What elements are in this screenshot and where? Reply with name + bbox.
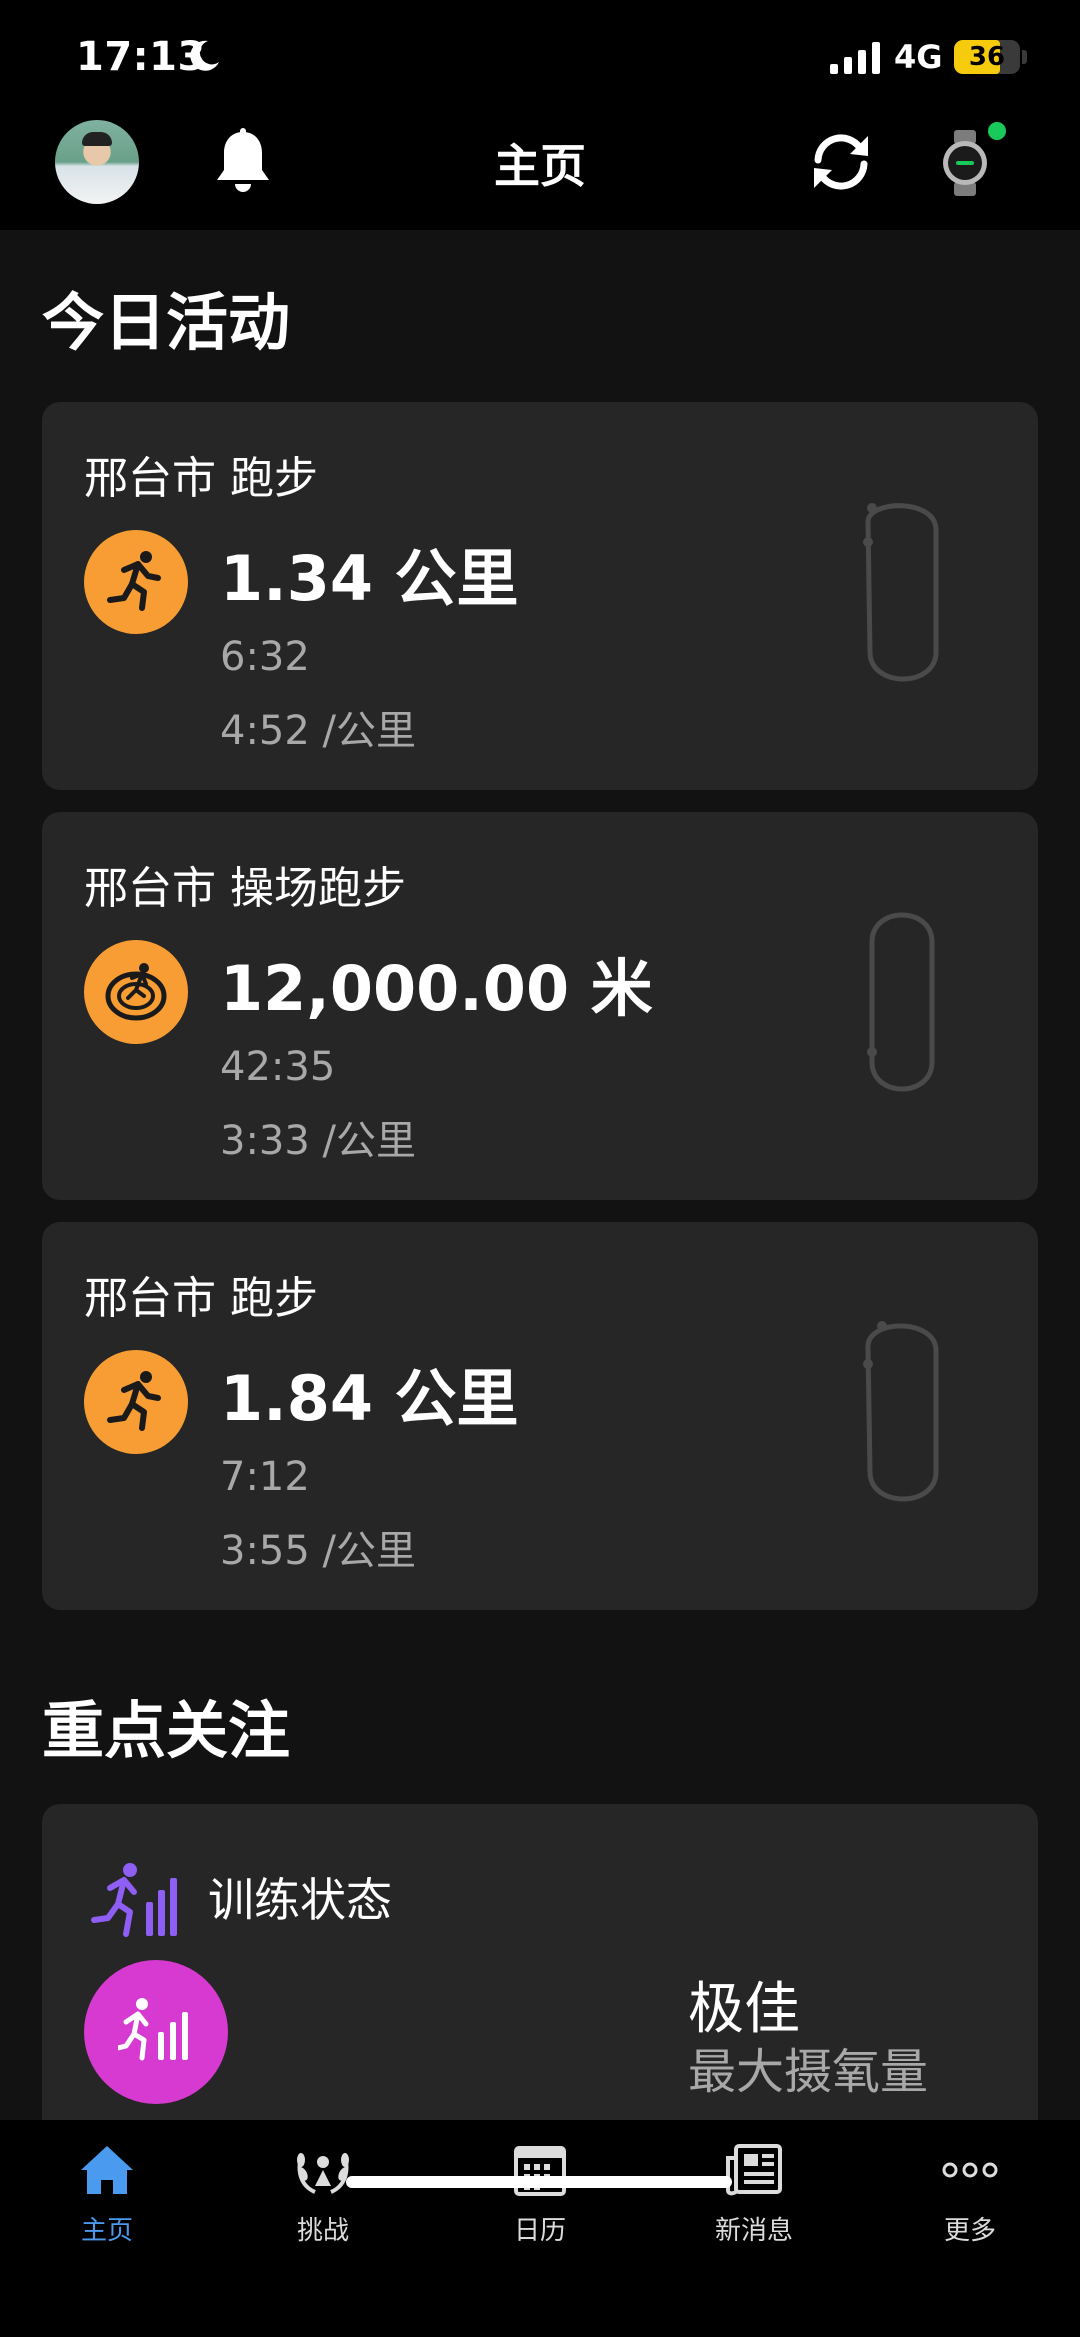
signal-icon [830, 42, 880, 74]
activity-pace: 3:33 /公里 [220, 1118, 417, 1164]
battery-cap [1022, 50, 1027, 64]
activity-card[interactable]: 邢台市 操场跑步 12,000.00 米 42:35 3:33 /公里 [42, 812, 1038, 1200]
activity-title: 邢台市 跑步 [84, 1273, 318, 1324]
page-title: 主页 [494, 139, 586, 193]
training-status-icon [91, 1863, 177, 1937]
laurel-icon [297, 2153, 349, 2194]
run-icon [84, 1350, 188, 1454]
route-map [863, 1321, 939, 1502]
more-icon [942, 2162, 998, 2178]
watch-connected-dot [988, 122, 1006, 140]
activity-title: 邢台市 操场跑步 [84, 863, 406, 914]
home-icon [81, 2146, 133, 2194]
activity-duration: 6:32 [220, 634, 310, 680]
activity-pace: 3:55 /公里 [220, 1528, 417, 1574]
battery-level: 36 [968, 42, 1006, 72]
status-bar: 17:13 4G 36 [0, 0, 1080, 116]
track-run-icon [84, 940, 188, 1044]
tab-home[interactable]: 主页 [7, 2142, 207, 2252]
training-status-label: 训练状态 [208, 1873, 392, 1927]
today-section-title: 今日活动 [42, 286, 291, 359]
route-map [863, 503, 939, 682]
activity-card[interactable]: 邢台市 跑步 1.84 公里 7:12 3:55 /公里 [42, 1222, 1038, 1610]
tab-label: 挑战 [296, 2216, 349, 2246]
activity-distance: 12,000.00 米 [220, 952, 653, 1025]
network-type: 4G [894, 38, 943, 76]
run-icon [84, 530, 188, 634]
activity-title: 邢台市 跑步 [84, 453, 318, 504]
tab-challenges[interactable]: 挑战 [223, 2142, 423, 2252]
news-icon [726, 2144, 782, 2196]
watch-icon[interactable] [940, 130, 990, 196]
activity-pace: 4:52 /公里 [220, 708, 417, 754]
home-indicator [346, 2176, 732, 2188]
sync-icon[interactable] [806, 130, 876, 194]
training-status-subtitle: 最大摄氧量 [688, 2044, 929, 2100]
training-status-badge [84, 1960, 228, 2104]
tab-label: 主页 [80, 2216, 133, 2246]
focus-section-title: 重点关注 [42, 1694, 291, 1767]
battery-icon: 36 [954, 40, 1020, 74]
moon-icon [190, 40, 219, 71]
activity-distance: 1.84 公里 [220, 1362, 519, 1435]
activity-duration: 42:35 [220, 1044, 336, 1090]
activity-duration: 7:12 [220, 1454, 310, 1500]
tab-news[interactable]: 新消息 [654, 2142, 854, 2252]
activity-distance: 1.34 公里 [220, 542, 519, 615]
tab-label: 日历 [513, 2216, 566, 2246]
bottom-tab-bar: 主页 挑战 日历 新消息 更多 [0, 2120, 1080, 2337]
tab-label: 新消息 [714, 2216, 793, 2246]
route-map [867, 912, 935, 1092]
tab-calendar[interactable]: 日历 [440, 2142, 640, 2252]
activity-card[interactable]: 邢台市 跑步 1.34 公里 6:32 4:52 /公里 [42, 402, 1038, 790]
tab-label: 更多 [943, 2216, 996, 2246]
calendar-icon [514, 2146, 566, 2196]
tab-more[interactable]: 更多 [870, 2142, 1070, 2252]
app-header: 主页 [0, 116, 1080, 230]
